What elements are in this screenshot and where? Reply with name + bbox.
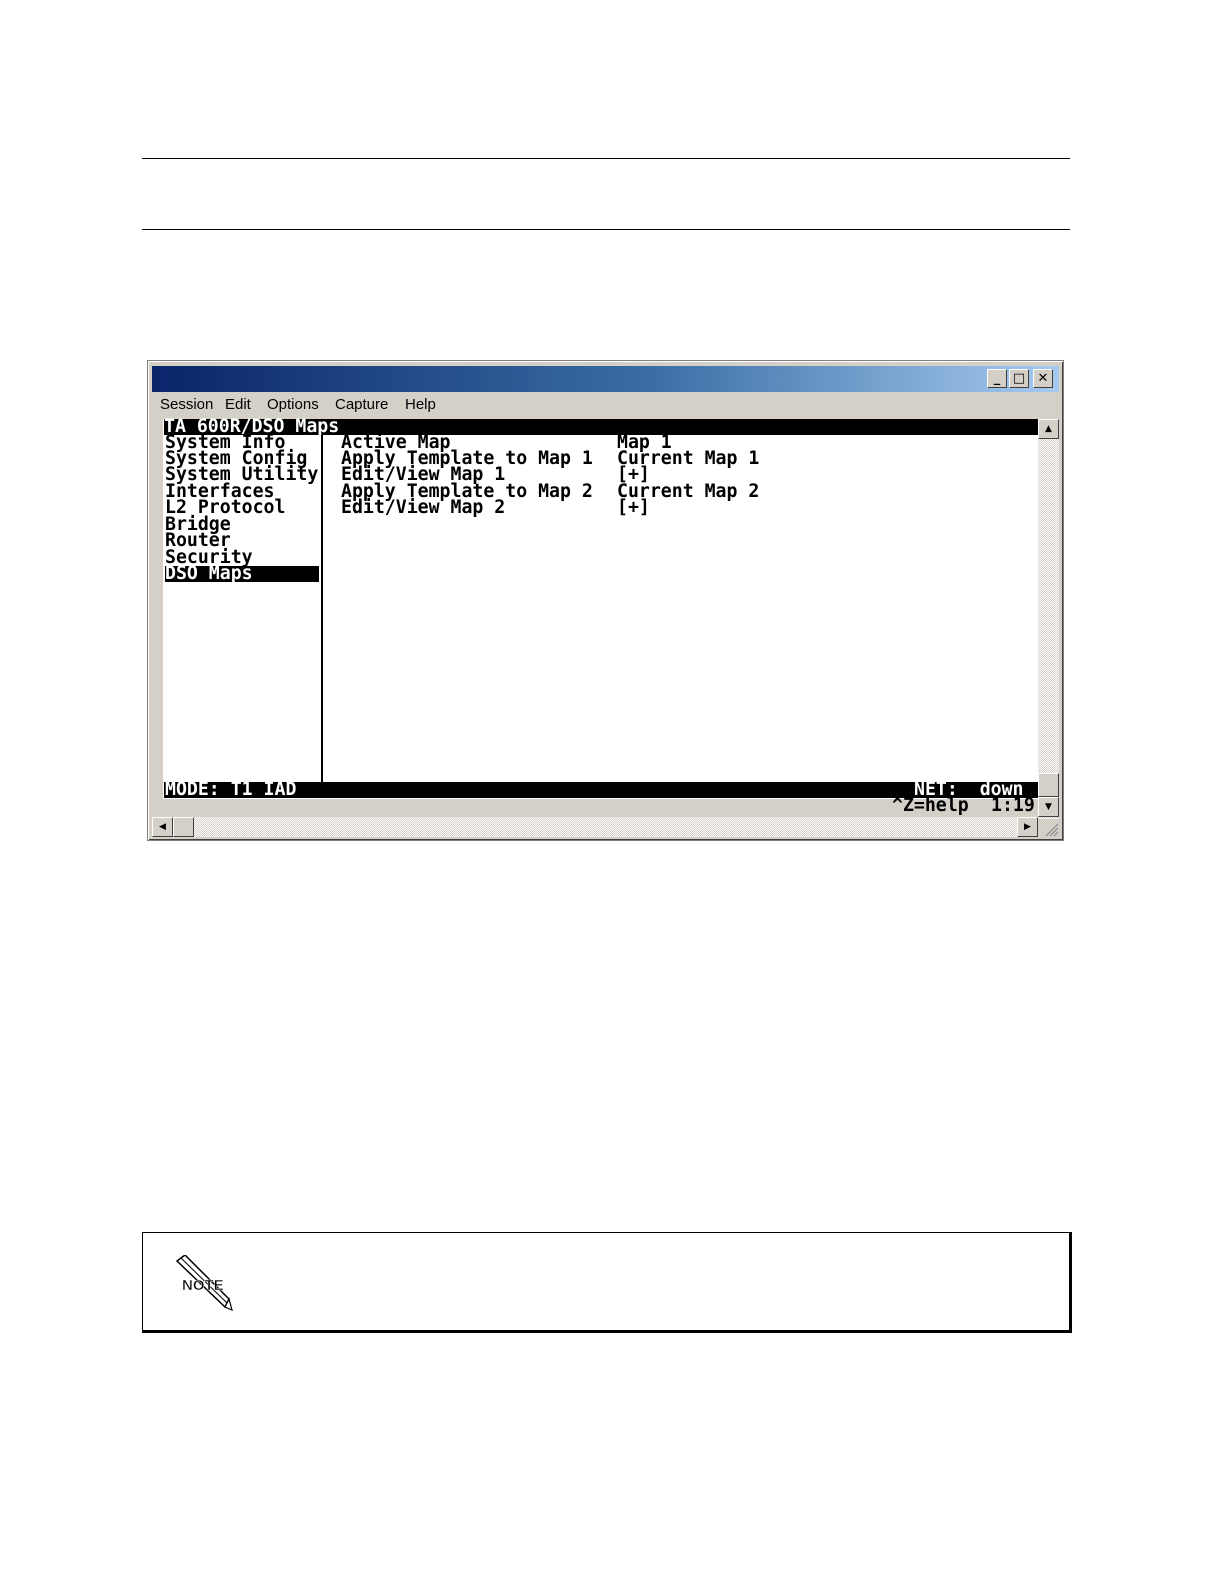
clock: 1:19: [991, 795, 1035, 816]
menu-session[interactable]: Session: [160, 396, 213, 413]
menu-edit[interactable]: Edit: [225, 396, 251, 413]
help-hint: ^Z=help: [892, 795, 969, 816]
minimize-button[interactable]: _: [987, 369, 1007, 388]
terminal-header: TA 600R/DSO Maps: [164, 417, 1038, 436]
scroll-thumb[interactable]: [1038, 773, 1059, 797]
scroll-left-icon[interactable]: ◀: [152, 817, 173, 837]
header-rule-bottom: [142, 229, 1070, 230]
menu-capture[interactable]: Capture: [335, 396, 388, 413]
nav-divider: [321, 435, 323, 782]
title-bar: _ □ ✕: [152, 366, 1059, 392]
row-value-edit-view-map-2[interactable]: [+]: [617, 498, 650, 516]
terminal-screen[interactable]: TA 600R/DSO Maps System Info System Conf…: [163, 417, 1038, 815]
horizontal-scroll-thumb[interactable]: [173, 817, 194, 837]
note-box: NOTE: [142, 1232, 1072, 1333]
menu-help[interactable]: Help: [405, 396, 436, 413]
nav-item-dso-maps[interactable]: DSO Maps: [165, 564, 319, 583]
note-icon-label: NOTE: [182, 1277, 224, 1294]
note-pencil-icon: NOTE: [175, 1254, 235, 1312]
header-rule-top: [142, 158, 1070, 159]
menu-options[interactable]: Options: [267, 396, 319, 413]
scroll-right-icon[interactable]: ▶: [1017, 817, 1038, 837]
scroll-down-icon[interactable]: ▼: [1038, 797, 1059, 817]
menu-bar: Session Edit Options Capture Help: [152, 393, 1059, 417]
horizontal-scrollbar[interactable]: ◀ ▶: [152, 817, 1038, 837]
vertical-scrollbar[interactable]: ▲ ▼: [1038, 419, 1059, 819]
terminal-window: _ □ ✕ Session Edit Options Capture Help …: [147, 360, 1064, 841]
status-mode: MODE: T1 IAD: [165, 779, 297, 800]
maximize-button[interactable]: □: [1009, 369, 1029, 388]
resize-grip-icon[interactable]: [1041, 819, 1059, 837]
row-label-edit-view-map-2[interactable]: Edit/View Map 2: [341, 498, 505, 516]
scroll-up-icon[interactable]: ▲: [1038, 419, 1059, 439]
close-button[interactable]: ✕: [1033, 369, 1053, 388]
